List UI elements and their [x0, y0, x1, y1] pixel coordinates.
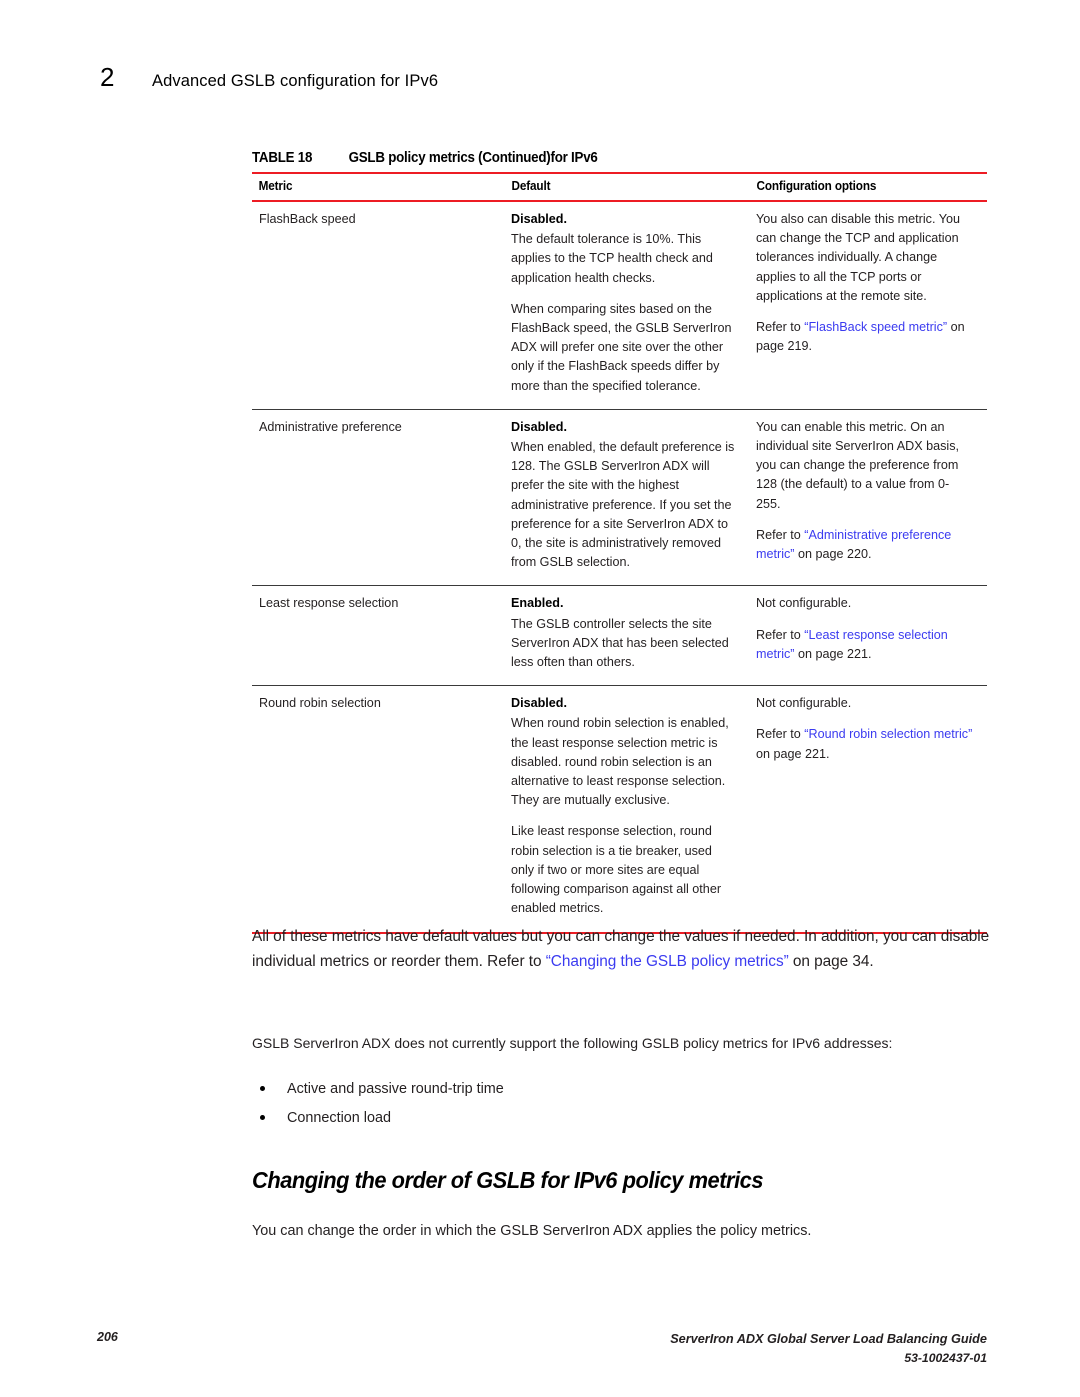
section-heading: Changing the order of GSLB for IPv6 poli…	[252, 1167, 764, 1193]
running-header: 2 Advanced GSLB configuration for IPv6	[100, 62, 438, 93]
body-content: All of these metrics have default values…	[252, 925, 1012, 1242]
guide-title: ServerIron ADX Global Server Load Balanc…	[670, 1330, 987, 1368]
cell-metric: FlashBack speed	[252, 201, 504, 410]
table-caption: TABLE 18 GSLB policy metrics (Continued)…	[252, 150, 928, 166]
options-reference: Refer to “Administrative preference metr…	[756, 526, 973, 564]
section-intro-paragraph: You can change the order in which the GS…	[252, 1223, 812, 1239]
column-header-configuration-options: Configuration options	[749, 172, 973, 202]
default-paragraph: When comparing sites based on the FlashB…	[511, 301, 732, 393]
options-paragraph: Not configurable.	[756, 596, 852, 611]
table-header-row: Metric Default Configuration options	[252, 172, 987, 202]
cell-default: Disabled. The default tolerance is 10%. …	[504, 201, 749, 410]
gslb-policy-metrics-table: Metric Default Configuration options Fla…	[252, 172, 987, 934]
cross-reference-link[interactable]: “Round robin selection metric”	[804, 727, 972, 741]
list-item-label: Connection load	[287, 1110, 392, 1126]
unsupported-metrics-list: Active and passive round-trip time Conne…	[252, 1078, 1012, 1129]
bullet-icon	[260, 1115, 265, 1120]
list-item-label: Active and passive round-trip time	[287, 1081, 504, 1097]
lead-paragraph: All of these metrics have default values…	[252, 925, 1012, 974]
refer-to-suffix: on page 221.	[756, 746, 830, 761]
document-id: 53-1002437-01	[904, 1351, 987, 1365]
guide-title-text: ServerIron ADX Global Server Load Balanc…	[670, 1332, 987, 1346]
page-footer: 206 ServerIron ADX Global Server Load Ba…	[0, 1330, 1080, 1390]
default-value: Disabled.	[511, 212, 567, 226]
cell-default: Enabled. The GSLB controller selects the…	[504, 585, 749, 687]
options-paragraph: You also can disable this metric. You ca…	[756, 212, 960, 303]
document-page: 2 Advanced GSLB configuration for IPv6 T…	[0, 0, 1080, 1397]
refer-to-suffix: on page 221.	[794, 646, 872, 661]
table-row: FlashBack speed Disabled. The default to…	[252, 201, 987, 410]
table-row: Administrative preference Disabled. When…	[252, 409, 987, 587]
list-item: Connection load	[252, 1107, 1012, 1129]
chapter-number: 2	[100, 62, 115, 92]
cell-configuration-options: Not configurable. Refer to “Least respon…	[749, 585, 987, 687]
default-value: Disabled.	[511, 419, 567, 434]
options-paragraph: Not configurable.	[756, 696, 852, 711]
refer-to-prefix: Refer to	[756, 527, 805, 542]
chapter-title: Advanced GSLB configuration for IPv6	[152, 72, 439, 90]
cross-reference-link[interactable]: “Changing the GSLB policy metrics”	[546, 953, 789, 970]
refer-to-suffix: on page 220.	[794, 547, 872, 562]
bullet-icon	[260, 1086, 265, 1091]
cross-reference-link[interactable]: “FlashBack speed metric”	[804, 320, 947, 334]
default-paragraph: When round robin selection is enabled, t…	[511, 716, 729, 808]
options-reference: Refer to “Least response selection metri…	[756, 626, 973, 664]
default-value: Enabled.	[511, 596, 564, 611]
options-paragraph: You can enable this metric. On an indivi…	[756, 419, 959, 511]
cell-configuration-options: Not configurable. Refer to “Round robin …	[749, 685, 987, 934]
cell-configuration-options: You can enable this metric. On an indivi…	[749, 409, 987, 587]
cell-metric: Least response selection	[252, 585, 504, 687]
default-paragraph: The default tolerance is 10%. This appli…	[511, 232, 713, 285]
refer-to-prefix: Refer to	[756, 320, 805, 335]
cell-metric: Round robin selection	[252, 685, 504, 934]
default-paragraph: The GSLB controller selects the site Ser…	[511, 616, 729, 670]
options-reference: Refer to “FlashBack speed metric” on pag…	[756, 318, 973, 356]
table-caption-label: TABLE 18	[252, 150, 313, 166]
list-item: Active and passive round-trip time	[252, 1078, 1012, 1100]
options-reference: Refer to “Round robin selection metric” …	[756, 725, 973, 763]
table-row: Least response selection Enabled. The GS…	[252, 585, 987, 687]
unsupported-metrics-paragraph: GSLB ServerIron ADX does not currently s…	[252, 1035, 893, 1051]
metrics-table-block: TABLE 18 GSLB policy metrics (Continued)…	[252, 150, 987, 934]
table-caption-text: GSLB policy metrics (Continued)for IPv6	[348, 150, 598, 166]
default-paragraph: Like least response selection, round rob…	[511, 824, 722, 916]
lead-text-part2: on page 34.	[788, 952, 874, 970]
column-header-metric: Metric	[252, 172, 489, 202]
cell-default: Disabled. When round robin selection is …	[504, 685, 749, 934]
default-paragraph: When enabled, the default preference is …	[511, 440, 735, 570]
cell-default: Disabled. When enabled, the default pref…	[504, 409, 749, 587]
page-number: 206	[97, 1330, 118, 1344]
table-body: FlashBack speed Disabled. The default to…	[252, 201, 987, 934]
default-value: Disabled.	[511, 696, 567, 711]
cell-configuration-options: You also can disable this metric. You ca…	[749, 201, 987, 410]
column-header-default: Default	[504, 172, 735, 202]
cell-metric: Administrative preference	[252, 409, 504, 587]
refer-to-prefix: Refer to	[756, 727, 805, 742]
refer-to-prefix: Refer to	[756, 627, 805, 642]
table-row: Round robin selection Disabled. When rou…	[252, 685, 987, 934]
